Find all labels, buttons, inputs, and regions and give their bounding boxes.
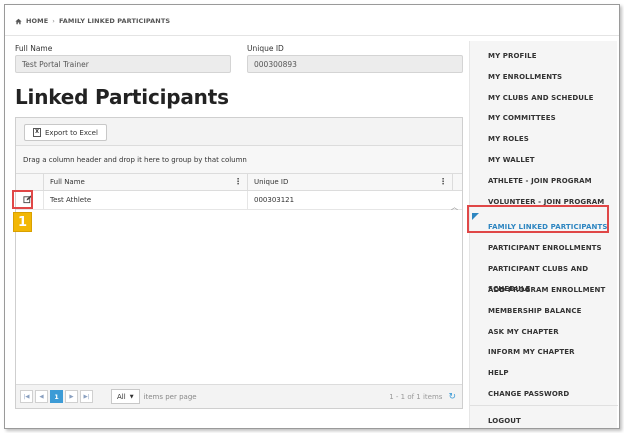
full-name-label: Full Name: [15, 44, 53, 53]
chevron-down-icon: ▼: [129, 393, 134, 400]
column-header-full-name-label: Full Name: [50, 178, 85, 186]
page-title: Linked Participants: [15, 85, 229, 109]
page-frame: HOME › FAMILY LINKED PARTICIPANTS Full N…: [4, 4, 620, 429]
unique-id-field: 000300893: [247, 55, 463, 73]
last-page-button[interactable]: ▶|: [80, 390, 93, 403]
sidebar-item-my-roles[interactable]: MY ROLES: [470, 129, 618, 149]
page-size-value: All: [117, 392, 126, 401]
sidebar-item-logout[interactable]: LOGOUT: [470, 411, 618, 428]
column-header-full-name[interactable]: Full Name ⋮: [44, 174, 248, 190]
column-header-unique-id-label: Unique ID: [254, 178, 289, 186]
sidebar-item-my-committees[interactable]: MY COMMITTEES: [470, 108, 618, 128]
page-size-select[interactable]: All ▼: [111, 389, 140, 404]
first-page-button[interactable]: |◀: [20, 390, 33, 403]
sidebar-item-add-program-enrollment[interactable]: ADD PROGRAM ENROLLMENT: [470, 280, 618, 300]
export-label: Export to Excel: [45, 128, 98, 137]
sidebar-item-participant-clubs-and-schedule[interactable]: PARTICIPANT CLUBS AND SCHEDULE: [470, 259, 618, 293]
breadcrumb: HOME › FAMILY LINKED PARTICIPANTS: [15, 17, 170, 25]
column-menu-icon[interactable]: ⋮: [234, 177, 242, 186]
sidebar-item-my-clubs-and-schedule[interactable]: MY CLUBS AND SCHEDULE: [470, 88, 618, 108]
sidebar-divider: [470, 405, 618, 406]
grid-pager: |◀ ◀ 1 ▶ ▶| All ▼ items per page 1 - 1 o…: [16, 384, 462, 408]
home-icon[interactable]: [15, 18, 22, 25]
grid-toolbar: X Export to Excel: [16, 118, 462, 146]
pager-range: 1 - 1 of 1 items: [389, 392, 443, 401]
column-header-unique-id[interactable]: Unique ID ⋮: [248, 174, 453, 190]
scroll-up-icon[interactable]: ︿: [451, 202, 458, 212]
sidebar-item-athlete-join-program[interactable]: ATHLETE - JOIN PROGRAM: [470, 171, 618, 191]
sidebar-item-membership-balance[interactable]: MEMBERSHIP BALANCE: [470, 301, 618, 321]
unique-id-label: Unique ID: [247, 44, 284, 53]
header-divider: [5, 35, 619, 36]
breadcrumb-home[interactable]: HOME: [26, 17, 48, 25]
table-row: Test Athlete 000303121: [16, 191, 462, 210]
refresh-icon[interactable]: ↻: [448, 392, 456, 402]
export-to-excel-button[interactable]: X Export to Excel: [24, 124, 107, 141]
full-name-field: Test Portal Trainer: [15, 55, 231, 73]
edit-highlight-box: [12, 190, 33, 209]
sidebar-item-participant-enrollments[interactable]: PARTICIPANT ENROLLMENTS: [470, 238, 618, 258]
excel-icon: X: [33, 128, 41, 137]
page-1-button[interactable]: 1: [50, 390, 63, 403]
cell-full-name: Test Athlete: [44, 191, 248, 209]
breadcrumb-current: FAMILY LINKED PARTICIPANTS: [58, 17, 171, 25]
column-header-row: Full Name ⋮ Unique ID ⋮: [16, 174, 462, 191]
sidebar-item-ask-my-chapter[interactable]: ASK MY CHAPTER: [470, 322, 618, 342]
sidebar-item-change-password[interactable]: CHANGE PASSWORD: [470, 384, 618, 404]
nav-highlight-box: [467, 205, 609, 233]
prev-page-button[interactable]: ◀: [35, 390, 48, 403]
linked-participants-grid: X Export to Excel Drag a column header a…: [15, 117, 463, 409]
edit-column-header: [16, 174, 44, 190]
cell-unique-id: 000303121: [254, 196, 295, 204]
items-per-page-label: items per page: [143, 392, 197, 401]
step-callout-badge: 1: [13, 212, 32, 232]
column-menu-icon[interactable]: ⋮: [439, 177, 447, 186]
sidebar-item-my-wallet[interactable]: MY WALLET: [470, 150, 618, 170]
sidebar-item-inform-my-chapter[interactable]: INFORM MY CHAPTER: [470, 342, 618, 362]
sidebar-item-help[interactable]: HELP: [470, 363, 618, 383]
breadcrumb-separator: ›: [52, 17, 55, 25]
sidebar-nav: MY PROFILE MY ENROLLMENTS MY CLUBS AND S…: [469, 41, 618, 428]
sidebar-item-my-enrollments[interactable]: MY ENROLLMENTS: [470, 67, 618, 87]
next-page-button[interactable]: ▶: [65, 390, 78, 403]
sidebar-item-my-profile[interactable]: MY PROFILE: [470, 46, 618, 66]
group-by-panel[interactable]: Drag a column header and drop it here to…: [16, 146, 462, 174]
